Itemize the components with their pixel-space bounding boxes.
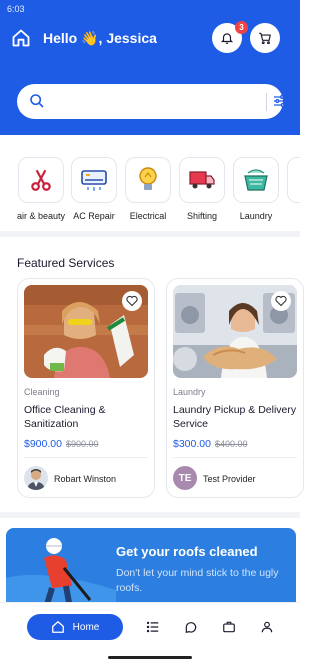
scissors-icon — [31, 169, 51, 191]
favorite-button[interactable] — [122, 291, 142, 311]
category-ac-repair[interactable]: AC Repair — [70, 157, 118, 221]
promo-title: Get your roofs cleaned — [116, 544, 258, 559]
status-time: 6:03 — [7, 4, 25, 14]
light-bulb-icon — [139, 167, 157, 190]
bottom-navigation: Home — [0, 602, 300, 652]
laundry-basket-icon — [244, 169, 268, 191]
category-label: AC Repair — [73, 211, 115, 221]
notification-badge: 3 — [235, 21, 248, 34]
search-divider — [266, 93, 267, 111]
service-card-office-cleaning[interactable]: Cleaning Office Cleaning & Sanitization … — [17, 278, 155, 498]
bell-icon — [220, 33, 234, 44]
air-conditioner-icon — [81, 170, 107, 191]
service-title: Office Cleaning & Sanitization — [24, 404, 106, 430]
category-label: air & beauty — [17, 211, 66, 221]
provider-photo — [24, 466, 48, 490]
category-label: Shifting — [186, 211, 218, 221]
roof-worker-illustration — [6, 528, 116, 608]
filter-icon[interactable] — [272, 93, 288, 109]
category-label: Laundry — [239, 211, 273, 221]
cart-button[interactable] — [250, 23, 280, 53]
category-tile — [18, 157, 64, 203]
promo-banner[interactable]: Get your roofs cleaned Don't let your mi… — [6, 528, 296, 608]
service-price: $900.00 — [24, 438, 62, 450]
greeting-text: Hello 👋, Jessica — [43, 30, 157, 46]
category-tile — [125, 157, 171, 203]
service-category: Cleaning — [24, 387, 60, 397]
category-label: Pl — [286, 211, 300, 221]
service-image — [24, 285, 148, 378]
provider-name: Robart Winston — [54, 474, 117, 484]
service-card-laundry-pickup[interactable]: Laundry Laundry Pickup & Delivery Servic… — [166, 278, 304, 498]
heart-icon — [275, 295, 287, 307]
category-plumbing[interactable]: Pl — [286, 157, 300, 221]
search-bar — [17, 84, 286, 119]
category-shifting[interactable]: Shifting — [178, 157, 226, 221]
service-category: Laundry — [173, 387, 206, 397]
featured-services-title: Featured Services — [17, 256, 115, 270]
section-divider — [0, 512, 300, 518]
header: 6:03 Hello 👋, Jessica 3 — [0, 0, 300, 135]
chat-icon[interactable] — [184, 620, 198, 634]
plumbing-icon — [298, 168, 300, 192]
service-old-price: $400.00 — [215, 439, 248, 449]
provider-avatar: TE — [173, 466, 197, 490]
briefcase-icon[interactable] — [222, 620, 236, 634]
moving-truck-icon — [189, 171, 215, 189]
category-tile — [71, 157, 117, 203]
category-laundry[interactable]: Laundry — [232, 157, 280, 221]
service-title: Laundry Pickup & Delivery Service — [173, 404, 297, 430]
heart-icon — [126, 295, 138, 307]
category-tile — [233, 157, 279, 203]
home-logo-icon[interactable] — [11, 28, 31, 48]
system-gesture-area — [0, 652, 300, 667]
card-divider — [24, 457, 148, 458]
nav-home-button[interactable]: Home — [27, 614, 123, 640]
search-icon[interactable] — [29, 93, 45, 109]
home-icon — [51, 621, 64, 633]
profile-icon[interactable] — [260, 620, 274, 634]
promo-subtitle: Don't let your mind stick to the ugly ro… — [116, 567, 279, 594]
service-old-price: $900.00 — [66, 439, 99, 449]
category-label: Electrical — [129, 211, 167, 221]
favorite-button[interactable] — [271, 291, 291, 311]
category-tile — [287, 157, 300, 203]
list-icon[interactable] — [146, 620, 160, 634]
gesture-bar[interactable] — [108, 656, 192, 659]
category-tile — [179, 157, 225, 203]
service-image — [173, 285, 297, 378]
provider-name: Test Provider — [203, 474, 256, 484]
service-price: $300.00 — [173, 438, 211, 450]
card-divider — [173, 457, 297, 458]
provider-avatar — [24, 466, 48, 490]
category-hair-beauty[interactable]: air & beauty — [17, 157, 65, 221]
category-row: air & beauty AC Repair Electrical Shifti… — [0, 145, 300, 237]
nav-home-label: Home — [72, 621, 100, 633]
cart-icon — [259, 32, 271, 45]
search-input[interactable] — [55, 90, 255, 113]
category-electrical[interactable]: Electrical — [124, 157, 172, 221]
